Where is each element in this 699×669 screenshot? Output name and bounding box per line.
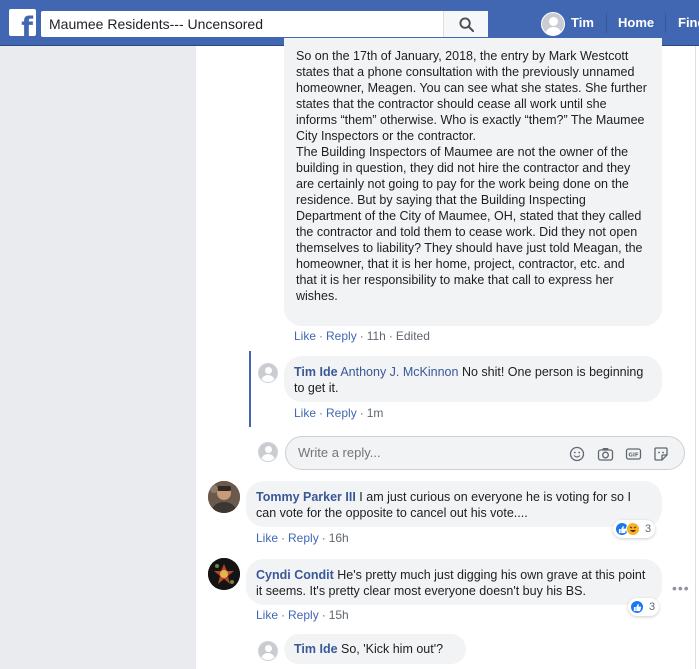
comment-time[interactable]: 16h bbox=[329, 531, 349, 545]
search-field[interactable] bbox=[41, 11, 488, 37]
left-gray-panel bbox=[0, 46, 196, 669]
reply-link[interactable]: Reply bbox=[326, 329, 357, 343]
sticker-icon[interactable] bbox=[652, 445, 670, 463]
profile-avatar[interactable] bbox=[541, 12, 565, 36]
reactions-summary[interactable]: 3 bbox=[628, 598, 660, 616]
comment-time[interactable]: 15h bbox=[329, 608, 349, 622]
find-friends-link[interactable]: Find bbox=[678, 15, 699, 30]
comment-text-paragraph: The Building Inspectors of Maumee are no… bbox=[296, 145, 643, 303]
reactions-summary[interactable]: 3 bbox=[613, 520, 656, 538]
reaction-count: 3 bbox=[645, 523, 652, 535]
like-link[interactable]: Like bbox=[294, 329, 316, 343]
comment-bubble-reply: Tim Ide Anthony J. McKinnon No shit! One… bbox=[284, 356, 662, 402]
reaction-count: 3 bbox=[649, 601, 656, 613]
search-icon bbox=[458, 16, 474, 32]
comment-author[interactable]: Tommy Parker III bbox=[256, 490, 356, 504]
like-link[interactable]: Like bbox=[294, 406, 316, 420]
comment-actions-main: Like · Reply · 11h · Edited bbox=[294, 329, 430, 343]
edited-label[interactable]: Edited bbox=[396, 329, 430, 343]
comment-bubble: Tommy Parker III I am just curious on ev… bbox=[246, 481, 662, 527]
more-options-icon[interactable]: ••• bbox=[672, 580, 690, 596]
avatar[interactable] bbox=[258, 363, 278, 383]
home-link[interactable]: Home bbox=[618, 15, 654, 30]
profile-link[interactable]: Tim bbox=[571, 15, 594, 30]
comment-actions: Like · Reply · 16h bbox=[256, 531, 349, 545]
comment-actions-reply: Like · Reply · 1m bbox=[294, 406, 384, 420]
reply-link[interactable]: Reply bbox=[288, 531, 319, 545]
content-border bbox=[695, 46, 696, 669]
nav-divider bbox=[606, 13, 607, 33]
emoji-icon[interactable] bbox=[568, 445, 586, 463]
comment-author[interactable]: Tim Ide bbox=[294, 642, 338, 656]
comment-bubble-main: So on the 17th of January, 2018, the ent… bbox=[284, 38, 662, 326]
gif-icon[interactable]: GIF bbox=[624, 445, 642, 463]
like-link[interactable]: Like bbox=[256, 531, 278, 545]
comment-author[interactable]: Tim Ide bbox=[294, 365, 338, 379]
reply-thread-line bbox=[249, 351, 251, 427]
nav-divider bbox=[665, 13, 666, 33]
comment-author[interactable]: Cyndi Condit bbox=[256, 568, 334, 582]
avatar[interactable] bbox=[258, 641, 278, 661]
camera-icon[interactable] bbox=[596, 445, 614, 463]
search-input[interactable] bbox=[41, 12, 431, 36]
avatar[interactable] bbox=[208, 558, 240, 590]
comment-bubble: Cyndi Condit He's pretty much just diggi… bbox=[246, 559, 662, 605]
comment-text-paragraph: So on the 17th of January, 2018, the ent… bbox=[296, 49, 647, 143]
avatar bbox=[258, 442, 278, 462]
reply-input-box[interactable]: GIF bbox=[285, 436, 685, 470]
reply-link[interactable]: Reply bbox=[326, 406, 357, 420]
svg-text:GIF: GIF bbox=[628, 453, 639, 459]
facebook-logo[interactable]: f bbox=[9, 9, 36, 36]
like-reaction-icon bbox=[630, 600, 644, 614]
comment-actions: Like · Reply · 15h bbox=[256, 608, 349, 622]
search-button[interactable] bbox=[443, 11, 488, 37]
haha-reaction-icon bbox=[626, 522, 640, 536]
tagged-user[interactable]: Anthony J. McKinnon bbox=[340, 365, 458, 379]
reply-link[interactable]: Reply bbox=[288, 608, 319, 622]
comment-text: So, 'Kick him out'? bbox=[341, 642, 444, 656]
like-link[interactable]: Like bbox=[256, 608, 278, 622]
reply-input[interactable] bbox=[298, 445, 558, 460]
comment-bubble-reply: Tim Ide So, 'Kick him out'? bbox=[284, 634, 466, 664]
comment-time[interactable]: 1m bbox=[367, 406, 384, 420]
avatar[interactable] bbox=[208, 481, 240, 513]
comment-time[interactable]: 11h bbox=[367, 329, 386, 343]
